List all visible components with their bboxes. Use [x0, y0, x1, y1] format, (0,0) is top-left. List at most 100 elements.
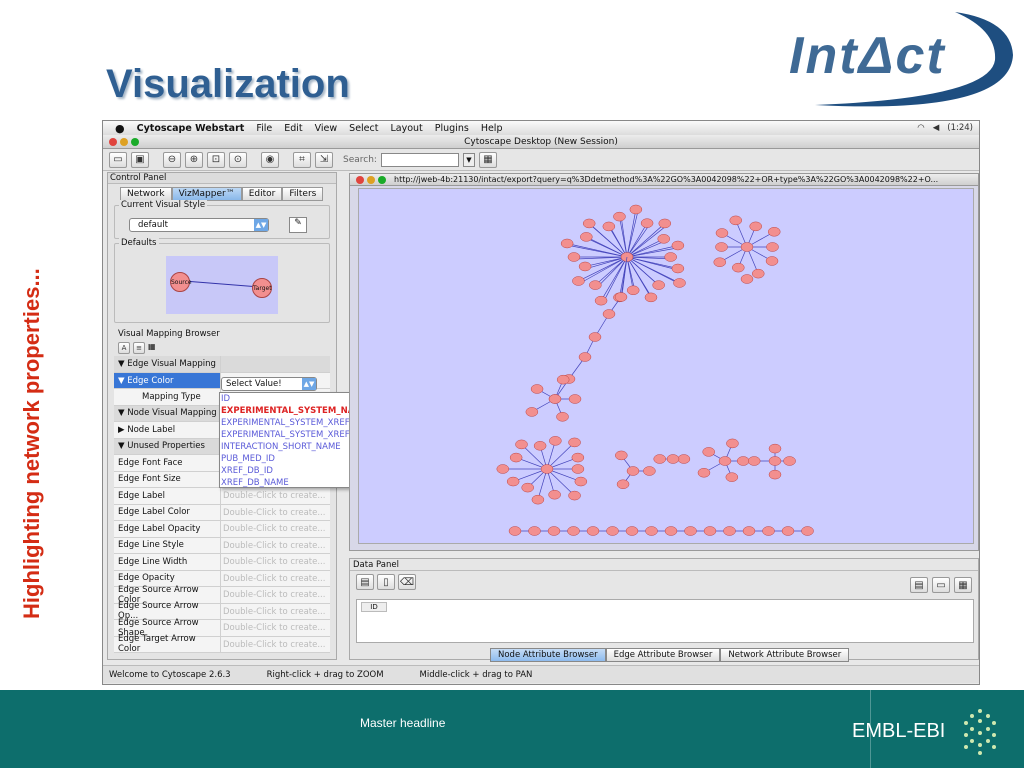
network-node[interactable] — [540, 464, 554, 474]
network-node[interactable] — [606, 526, 619, 536]
search-dropdown-icon[interactable]: ▼ — [462, 152, 475, 167]
apple-icon[interactable]: ● — [115, 122, 125, 135]
tab-filters[interactable]: Filters — [282, 187, 324, 201]
network-node[interactable] — [747, 456, 761, 466]
network-node[interactable] — [525, 407, 539, 417]
network-node[interactable] — [768, 443, 782, 454]
defaults-preview[interactable]: Source Target — [166, 256, 278, 314]
network-node[interactable] — [614, 292, 628, 302]
network-node[interactable] — [697, 468, 711, 478]
network-node[interactable] — [740, 274, 754, 284]
tab-vizmapper[interactable]: VizMapper™ — [171, 187, 242, 201]
network-node[interactable] — [658, 218, 672, 229]
network-node[interactable] — [657, 234, 670, 244]
network-node[interactable] — [664, 526, 678, 536]
network-node[interactable] — [626, 466, 640, 476]
select-value-dropdown[interactable]: Select Value! ▲▼ — [221, 377, 317, 391]
network-node[interactable] — [626, 285, 640, 296]
network-node[interactable] — [673, 278, 686, 288]
network-node[interactable] — [726, 438, 739, 449]
network-canvas[interactable] — [358, 188, 974, 558]
battery-time[interactable]: (1:24) — [947, 123, 973, 133]
attribute-table[interactable]: ID — [356, 599, 974, 643]
search-options-icon[interactable]: ▦ — [478, 151, 497, 168]
network-node[interactable] — [549, 436, 562, 446]
network-node[interactable] — [578, 352, 592, 362]
network-node[interactable] — [528, 526, 541, 536]
tab-node-attribute-browser[interactable]: Node Attribute Browser — [490, 648, 606, 662]
folder-icon[interactable]: ▭ — [932, 577, 950, 593]
layout-icon[interactable]: ◉ — [261, 151, 279, 168]
network-edge[interactable] — [621, 218, 628, 258]
network-icon[interactable]: ⌗ — [293, 151, 311, 168]
delete-icon[interactable]: ⌫ — [398, 574, 416, 590]
network-node[interactable] — [801, 526, 814, 536]
mapping-row-value[interactable]: Double-Click to create... — [220, 570, 330, 586]
minimize-icon[interactable] — [367, 176, 375, 184]
network-node[interactable] — [718, 456, 732, 466]
network-node[interactable] — [588, 332, 602, 342]
network-node[interactable] — [547, 526, 561, 536]
mapping-row[interactable]: Edge Line Style Double-Click to create... — [114, 537, 330, 554]
network-node[interactable] — [766, 242, 779, 252]
network-node[interactable] — [765, 256, 779, 266]
network-node[interactable] — [715, 242, 728, 252]
network-node[interactable] — [616, 479, 630, 490]
zoom-out-icon[interactable]: ⊖ — [163, 151, 181, 168]
zoom-selected-icon[interactable]: ⊡ — [207, 151, 225, 168]
network-node[interactable] — [783, 456, 796, 466]
network-node[interactable] — [643, 466, 656, 476]
network-node[interactable] — [509, 452, 523, 463]
tab-editor[interactable]: Editor — [241, 187, 283, 201]
mapping-row-value[interactable]: Double-Click to create... — [220, 537, 330, 553]
network-node[interactable] — [560, 238, 574, 249]
network-node[interactable] — [703, 526, 717, 536]
menu-layout[interactable]: Layout — [390, 123, 422, 134]
network-node[interactable] — [652, 280, 665, 290]
network-edge[interactable] — [626, 211, 639, 258]
mapping-row-value[interactable]: Double-Click to create... — [220, 554, 330, 570]
network-node[interactable] — [723, 526, 736, 536]
mapping-row-value[interactable]: Double-Click to create... — [220, 587, 330, 603]
network-node[interactable] — [506, 476, 520, 487]
network-node[interactable] — [702, 447, 715, 457]
network-node[interactable] — [749, 221, 762, 232]
network-node[interactable] — [568, 437, 581, 448]
save-icon[interactable]: ▣ — [131, 151, 149, 168]
menu-help[interactable]: Help — [481, 123, 503, 134]
network-node[interactable] — [567, 252, 581, 262]
network-node[interactable] — [615, 450, 628, 461]
network-node[interactable] — [767, 227, 781, 237]
network-node[interactable] — [533, 441, 547, 451]
mapping-row-value[interactable]: Double-Click to create... — [220, 521, 330, 537]
table-icon[interactable]: ▤ — [356, 574, 374, 590]
network-node[interactable] — [594, 295, 608, 306]
new-icon[interactable]: ▯ — [377, 574, 395, 590]
network-node[interactable] — [548, 394, 562, 404]
network-node[interactable] — [602, 309, 616, 319]
network-node[interactable] — [640, 218, 654, 228]
import-icon[interactable]: ▤ — [910, 577, 928, 593]
network-node[interactable] — [645, 526, 658, 536]
network-node[interactable] — [677, 454, 691, 464]
network-edge[interactable] — [588, 238, 628, 258]
mapping-row-value[interactable]: Double-Click to create... — [220, 603, 330, 619]
mapping-row[interactable]: Edge Target Arrow Color Double-Click to c… — [114, 634, 330, 654]
network-node[interactable] — [729, 215, 743, 226]
network-node[interactable] — [589, 280, 602, 290]
network-node[interactable] — [664, 252, 677, 262]
network-node[interactable] — [713, 257, 727, 267]
network-node[interactable] — [725, 472, 739, 482]
menu-app[interactable]: Cytoscape Webstart — [137, 123, 245, 134]
network-node[interactable] — [732, 262, 745, 273]
network-node[interactable] — [684, 526, 697, 536]
tab-network[interactable]: Network — [120, 187, 172, 201]
network-node[interactable] — [762, 526, 775, 536]
tab-edge-attribute-browser[interactable]: Edge Attribute Browser — [605, 648, 721, 662]
mapping-row[interactable]: Edge Label Opacity Double-Click to create… — [114, 521, 330, 538]
network-node[interactable] — [751, 268, 765, 279]
network-node[interactable] — [625, 526, 639, 536]
mapping-row-value[interactable]: Double-Click to create... — [220, 504, 330, 520]
open-folder-icon[interactable]: ▭ — [109, 151, 127, 168]
grid-icon[interactable]: ▦ — [148, 342, 160, 354]
